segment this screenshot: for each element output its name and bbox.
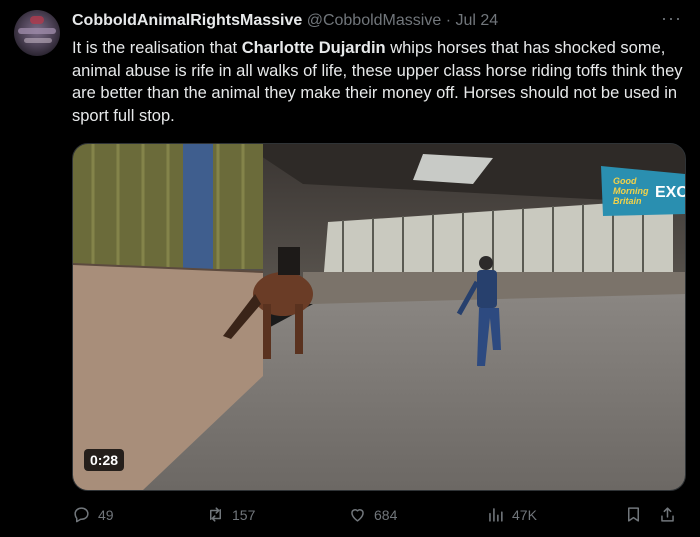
avatar-detail [24,38,52,43]
repost-icon [209,507,222,522]
like-icon [351,509,364,522]
like-button[interactable]: 684 [348,505,397,524]
more-options-icon[interactable]: ··· [661,8,682,29]
author-avatar[interactable] [14,10,60,56]
repost-button[interactable]: 157 [206,505,255,524]
video-player[interactable]: Good Morning Britain EXC [72,143,686,491]
tweet-text-part: It is the realisation that [72,39,242,57]
gmb-banner-text: EXC [655,184,686,201]
author-name[interactable]: CobboldAnimalRightsMassive [72,12,302,29]
repost-count: 157 [232,506,256,523]
tweet-text-bold: Charlotte Dujardin [241,39,386,57]
share-button[interactable] [658,505,677,524]
views-button[interactable]: 47K [486,505,537,524]
bookmark-button[interactable] [624,505,643,524]
gmb-logo-line: Good [613,176,637,186]
avatar-detail [30,16,44,24]
views-icon [489,508,503,522]
share-icon [661,507,674,522]
gmb-logo: Good Morning Britain [613,176,649,206]
like-count: 684 [374,506,398,523]
avatar-detail [18,28,56,34]
video-duration: 0:28 [84,449,125,471]
tweet-actions: 49 157 684 47K [72,505,684,527]
video-frame [73,144,685,490]
tweet-header: CobboldAnimalRightsMassive @CobboldMassi… [72,11,498,31]
bookmark-icon [627,507,640,522]
gmb-logo-line: Morning [613,186,649,196]
reply-button[interactable]: 49 [72,505,114,524]
tweet-text: It is the realisation that Charlotte Duj… [72,37,684,127]
reply-icon [74,507,89,523]
gmb-logo-line: Britain [613,196,642,206]
author-handle[interactable]: @CobboldMassive [307,12,442,29]
reply-count: 49 [98,506,114,523]
tweet-date[interactable]: Jul 24 [455,12,498,29]
header-separator: · [445,12,452,29]
views-count: 47K [512,506,537,523]
